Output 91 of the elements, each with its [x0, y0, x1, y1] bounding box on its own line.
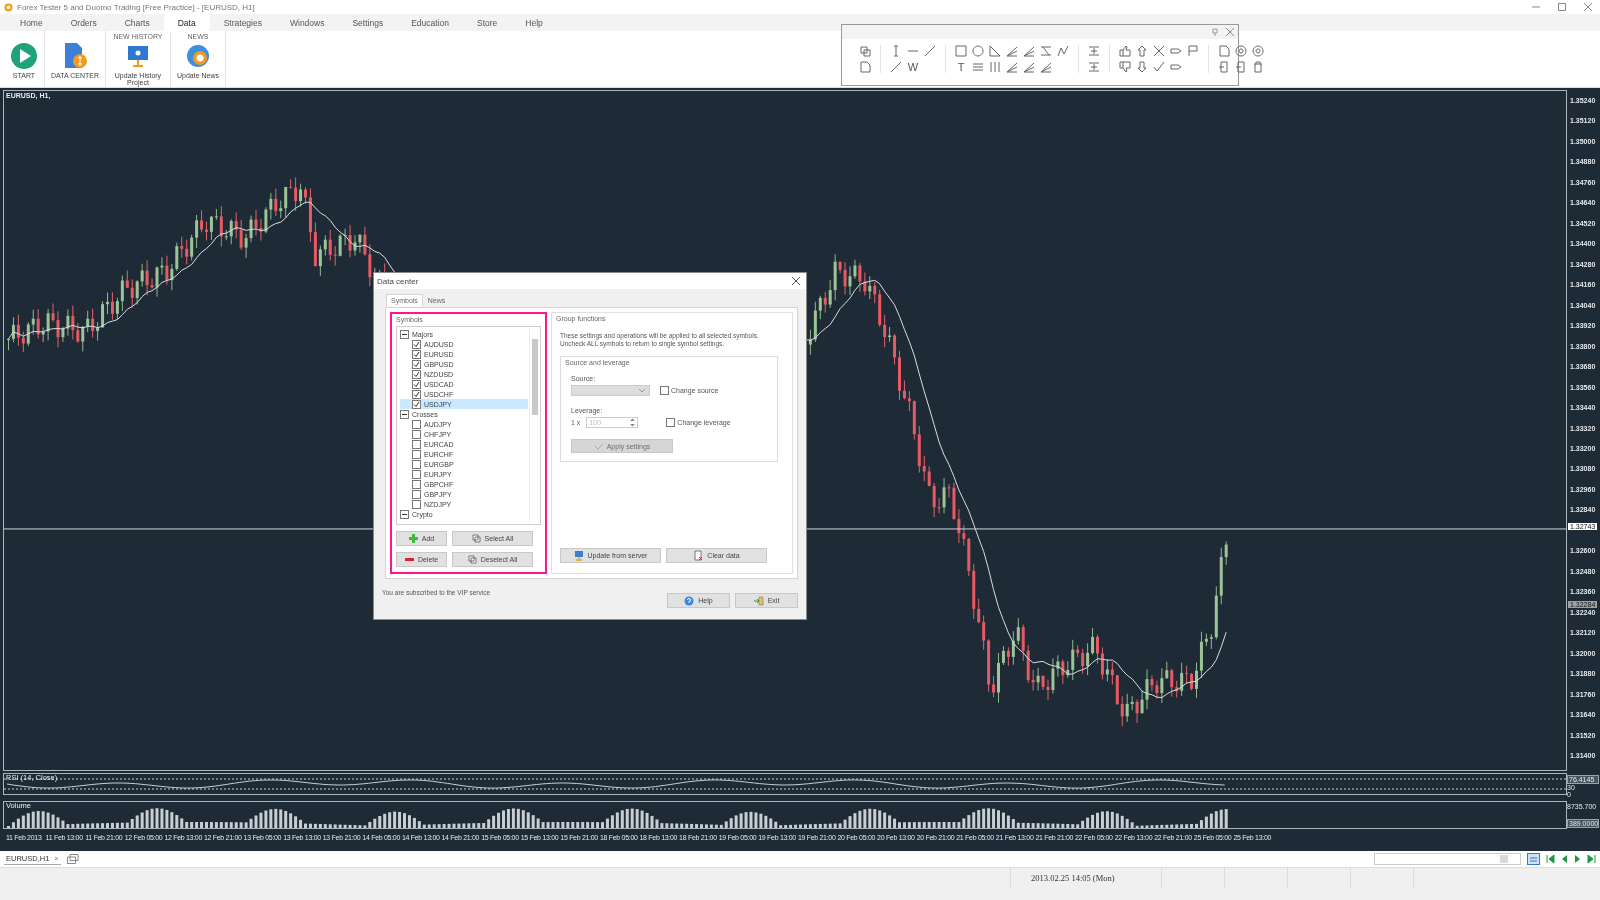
windows-icon[interactable] — [66, 854, 79, 864]
close-icon[interactable] — [1226, 28, 1234, 36]
checkbox[interactable] — [412, 389, 421, 399]
trash-icon[interactable] — [1252, 61, 1264, 73]
menu-tab[interactable]: Windows — [275, 14, 339, 31]
text-tool[interactable]: T — [955, 61, 967, 73]
checkbox[interactable] — [412, 449, 421, 459]
fan-lines-icon[interactable] — [1040, 61, 1052, 73]
checkbox[interactable] — [412, 499, 421, 509]
arrow-down-icon[interactable] — [1136, 61, 1148, 73]
diagonal-line-icon[interactable] — [890, 61, 902, 73]
checkbox[interactable] — [412, 399, 421, 409]
rectangle-icon[interactable] — [955, 45, 967, 57]
vertical-scrollbar[interactable] — [529, 327, 540, 524]
menu-tab[interactable]: Charts — [110, 14, 164, 31]
spin-arrows-icon — [630, 418, 636, 428]
fan-lines-icon[interactable] — [1006, 61, 1018, 73]
checkbox-icon — [660, 386, 669, 396]
menu-tab[interactable]: Data — [163, 14, 210, 31]
close-icon[interactable] — [792, 277, 800, 285]
target-icon[interactable] — [1252, 45, 1264, 57]
maximize-icon[interactable] — [1558, 3, 1566, 11]
tag-icon[interactable] — [1170, 45, 1182, 57]
copy-icon[interactable] — [859, 45, 871, 57]
checkbox[interactable] — [412, 359, 421, 369]
zigzag-icon[interactable] — [1057, 45, 1069, 57]
menu-tab[interactable]: Home — [6, 14, 57, 31]
checkbox[interactable] — [412, 339, 421, 349]
align-icon[interactable] — [1088, 45, 1100, 57]
close-icon[interactable] — [1584, 3, 1592, 11]
menu-tab[interactable]: Education — [397, 14, 463, 31]
clear-data-icon — [693, 550, 704, 561]
caret-icon — [639, 388, 645, 393]
thumbs-up-icon[interactable] — [1119, 45, 1131, 57]
last-icon[interactable] — [1587, 854, 1596, 864]
page-icon[interactable] — [1218, 45, 1230, 57]
checkbox[interactable] — [412, 459, 421, 469]
channel-icon[interactable] — [1040, 45, 1052, 57]
tree-expander-icon[interactable] — [400, 329, 409, 339]
page-import-icon[interactable] — [1235, 61, 1247, 73]
exit-icon — [753, 595, 764, 606]
tag-icon[interactable] — [1170, 61, 1182, 73]
select-all-icon — [471, 534, 481, 543]
next-icon[interactable] — [1574, 854, 1581, 864]
dialog-title: Data center — [377, 276, 419, 286]
chart-view-icon[interactable] — [1527, 853, 1540, 865]
check-icon[interactable] — [1153, 61, 1165, 73]
fan-lines-icon[interactable] — [1023, 45, 1035, 57]
checkbox[interactable] — [412, 349, 421, 359]
help-icon — [684, 595, 695, 606]
status-datetime: 2013.02.25 14:05 (Mon) — [1011, 868, 1162, 888]
cross-icon[interactable] — [1153, 45, 1165, 57]
thumbs-down-icon[interactable] — [1119, 61, 1131, 73]
align-icon[interactable] — [1088, 61, 1100, 73]
menu-tab[interactable]: Help — [511, 14, 557, 31]
checkbox[interactable] — [412, 469, 421, 479]
menu-tab[interactable]: Store — [463, 14, 512, 31]
minus-icon — [404, 555, 414, 564]
globe-icon — [184, 42, 212, 70]
first-icon[interactable] — [1546, 854, 1555, 864]
menu-tab[interactable]: Settings — [338, 14, 398, 31]
tree-expander-icon[interactable] — [400, 509, 409, 519]
server-icon — [573, 550, 584, 561]
checkbox[interactable] — [412, 439, 421, 449]
plus-icon — [408, 534, 418, 543]
diagonal-line-icon[interactable] — [924, 45, 936, 57]
triangle-icon[interactable] — [989, 45, 1001, 57]
target-icon[interactable] — [1235, 45, 1247, 57]
window-title: Forex Tester 5 and Duomo Trading [Free Practice] - [EURUSD, H1] — [17, 2, 255, 12]
checkbox[interactable] — [412, 489, 421, 499]
tree-expander-icon[interactable] — [400, 409, 409, 419]
fan-lines-icon[interactable] — [1006, 45, 1018, 57]
checkbox-icon — [666, 418, 676, 428]
flag-icon[interactable] — [1187, 45, 1199, 57]
checkbox[interactable] — [412, 419, 421, 429]
deselect-icon — [467, 555, 477, 564]
checkbox[interactable] — [412, 479, 421, 489]
checkbox[interactable] — [412, 429, 421, 439]
fan-lines-icon[interactable] — [1023, 61, 1035, 73]
text-tool[interactable]: W — [907, 61, 919, 73]
check-icon — [593, 442, 604, 450]
play-icon — [10, 42, 38, 70]
previous-icon[interactable] — [1561, 854, 1568, 864]
arrow-up-icon[interactable] — [1136, 45, 1148, 57]
page-icon[interactable] — [859, 61, 871, 73]
horizontal-scrollbar[interactable] — [1374, 853, 1521, 865]
page-import-icon[interactable] — [1218, 61, 1230, 73]
menu-tab[interactable]: Strategies — [209, 14, 276, 31]
checkbox[interactable] — [412, 369, 421, 379]
checkbox[interactable] — [412, 379, 421, 389]
menu-tab[interactable]: Orders — [56, 14, 111, 31]
